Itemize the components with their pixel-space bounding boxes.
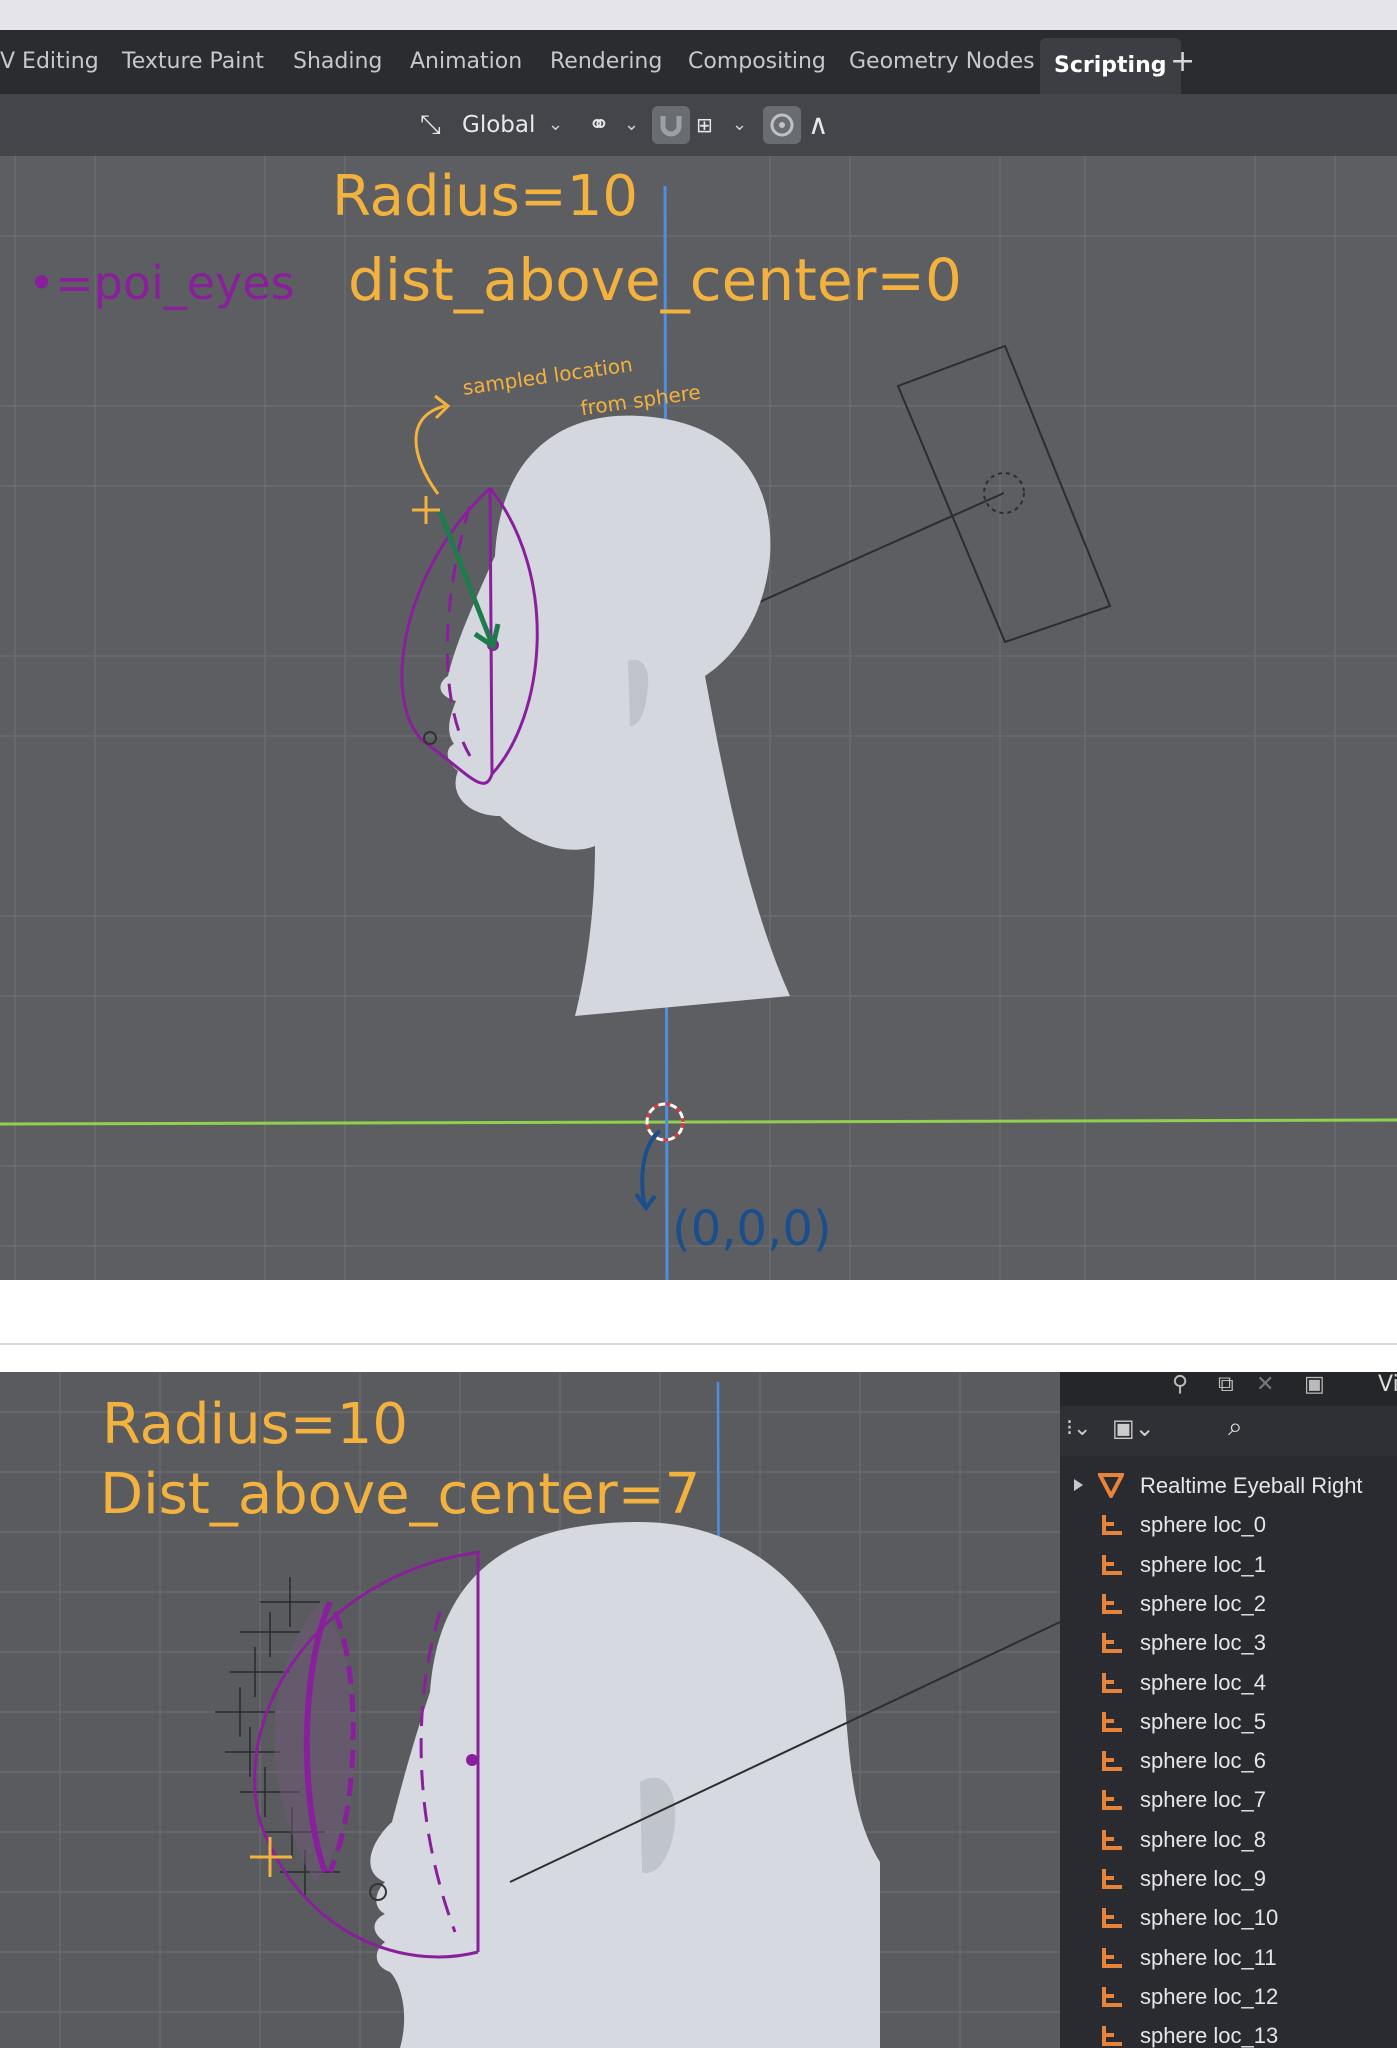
- empty-axes-icon: [1102, 1554, 1122, 1575]
- outliner-item-sphere-loc[interactable]: sphere loc_8: [1060, 1820, 1397, 1859]
- tab-geometry-nodes[interactable]: Geometry Nodes: [849, 30, 1035, 94]
- outliner-item-sphere-loc[interactable]: sphere loc_11: [1060, 1938, 1397, 1977]
- snap-increment-icon[interactable]: ⊞: [696, 104, 713, 146]
- outliner-item-sphere-loc[interactable]: sphere loc_9: [1060, 1859, 1397, 1898]
- outliner-item-sphere-loc[interactable]: sphere loc_4: [1060, 1663, 1397, 1702]
- outliner-item-label: sphere loc_12: [1140, 1983, 1279, 2009]
- viewport-scene: [0, 156, 1397, 1280]
- y-axis-line: [0, 1118, 1397, 1126]
- empty-axes-icon: [1102, 1908, 1122, 1929]
- outliner-item-label: sphere loc_0: [1140, 1512, 1266, 1538]
- origin-arrow: [634, 1129, 662, 1212]
- radius-annotation: Radius=10: [332, 164, 638, 229]
- close-icon[interactable]: ✕: [1256, 1372, 1274, 1397]
- empty-axes-icon: [1102, 1672, 1122, 1693]
- outliner-item-label: sphere loc_10: [1140, 1905, 1279, 1931]
- transform-orientation-icon: ⤡: [420, 110, 441, 140]
- outliner-item-sphere-loc[interactable]: sphere loc_10: [1060, 1898, 1397, 1937]
- pivot-point-icon[interactable]: ⚭: [588, 104, 610, 146]
- empty-axes-icon: [1102, 1986, 1122, 2007]
- mesh-triangle-icon: [1098, 1473, 1124, 1498]
- empty-axes-icon: [1102, 1515, 1122, 1536]
- head-model[interactable]: [370, 1522, 880, 2048]
- workspace-tab-bar: V Editing Texture Paint Shading Animatio…: [0, 30, 1397, 94]
- outliner-filter-row: ⁝⌄ ▣⌄ ⌕: [1060, 1406, 1397, 1456]
- tab-shading[interactable]: Shading: [293, 30, 382, 94]
- empty-axes-icon: [1102, 1947, 1122, 1968]
- empty-axes-icon: [1102, 2026, 1122, 2047]
- proportional-editing-button[interactable]: [763, 106, 801, 144]
- transform-orientation-select[interactable]: Global: [462, 104, 535, 146]
- tab-rendering[interactable]: Rendering: [550, 30, 662, 94]
- sampled-location-marker: [412, 394, 451, 524]
- expand-arrow-icon[interactable]: [1074, 1479, 1083, 1491]
- dist-above-center-annotation: Dist_above_center=7: [100, 1462, 701, 1527]
- outliner-item-sphere-loc[interactable]: sphere loc_12: [1060, 1977, 1397, 2016]
- outliner-item-label: sphere loc_4: [1140, 1669, 1266, 1695]
- empty-axes-icon: [1102, 1633, 1122, 1654]
- outliner-item-sphere-loc[interactable]: sphere loc_2: [1060, 1584, 1397, 1623]
- outliner-item-label: sphere loc_13: [1140, 2023, 1279, 2048]
- poi-eyes-legend: •=poi_eyes: [28, 256, 295, 310]
- chevron-down-icon[interactable]: ⌄: [548, 106, 563, 144]
- tab-compositing[interactable]: Compositing: [688, 30, 826, 94]
- view-menu[interactable]: Vi: [1378, 1372, 1397, 1397]
- outliner-item-label: sphere loc_1: [1140, 1551, 1266, 1577]
- outliner-item-sphere-loc[interactable]: sphere loc_3: [1060, 1623, 1397, 1662]
- radius-annotation: Radius=10: [102, 1392, 408, 1457]
- outliner-panel[interactable]: ⚲ ⧉ ✕ ▣ Vi ⁝⌄ ▣⌄ ⌕ Realtime Eyeball Righ…: [1060, 1372, 1397, 2048]
- outliner-header: ⚲ ⧉ ✕ ▣ Vi: [1060, 1372, 1397, 1406]
- add-workspace-button[interactable]: +: [1170, 30, 1195, 94]
- tab-texture-paint[interactable]: Texture Paint: [122, 30, 264, 94]
- outliner-item-sphere-loc[interactable]: sphere loc_6: [1060, 1741, 1397, 1780]
- editor-type-icon[interactable]: ▣: [1304, 1372, 1325, 1397]
- magnet-icon: [660, 116, 682, 137]
- snap-toggle-button[interactable]: [652, 106, 690, 144]
- outliner-item-sphere-loc[interactable]: sphere loc_0: [1060, 1505, 1397, 1544]
- filter-icon[interactable]: ▣⌄: [1112, 1414, 1155, 1442]
- outliner-item-label: sphere loc_9: [1140, 1866, 1266, 1891]
- empty-axes-icon: [1102, 1829, 1122, 1850]
- display-mode-icon[interactable]: ⁝⌄: [1066, 1416, 1091, 1441]
- photo-border: [0, 0, 1397, 30]
- outliner-item-label: Realtime Eyeball Right: [1140, 1473, 1363, 1498]
- empty-axes-icon: [1102, 1790, 1122, 1811]
- outliner-item-sphere-loc[interactable]: sphere loc_1: [1060, 1545, 1397, 1584]
- light-origin-marker: [423, 731, 437, 745]
- outliner-item-sphere-loc[interactable]: sphere loc_13: [1060, 2016, 1397, 2048]
- tab-scripting[interactable]: Scripting: [1040, 38, 1181, 94]
- pin-icon[interactable]: ⚲: [1172, 1372, 1188, 1397]
- viewport-header: ⤡ Global ⌄ ⚭ ⌄ ⊞ ⌄ ∧: [0, 94, 1397, 156]
- chevron-down-icon[interactable]: ⌄: [624, 106, 639, 144]
- dist-above-center-annotation: dist_above_center=0: [348, 246, 962, 314]
- empty-axes-icon: [1102, 1869, 1122, 1889]
- outliner-item-sphere-loc[interactable]: sphere loc_5: [1060, 1702, 1397, 1741]
- poi-eyes-marker: [466, 1754, 478, 1766]
- outliner-item-label: sphere loc_2: [1140, 1590, 1266, 1616]
- empty-axes-icon: [1102, 1711, 1122, 1732]
- search-icon[interactable]: ⌕: [1228, 1412, 1243, 1443]
- outliner-item-label: sphere loc_7: [1140, 1787, 1266, 1813]
- outliner-item-label: sphere loc_11: [1140, 1944, 1277, 1970]
- chevron-down-icon[interactable]: ⌄: [732, 106, 747, 144]
- outliner-item-eyeball[interactable]: Realtime Eyeball Right: [1060, 1466, 1397, 1505]
- empty-axes-icon: [1102, 1751, 1122, 1772]
- 3d-viewport-top[interactable]: Radius=10 •=poi_eyes dist_above_center=0…: [0, 156, 1397, 1280]
- outliner-item-label: sphere loc_8: [1140, 1826, 1266, 1852]
- tab-uv-editing[interactable]: V Editing: [0, 30, 99, 94]
- top-screenshot-panel: V Editing Texture Paint Shading Animatio…: [0, 0, 1397, 1280]
- falloff-curve-icon[interactable]: ∧: [808, 104, 829, 146]
- outliner-item-sphere-loc[interactable]: sphere loc_7: [1060, 1780, 1397, 1819]
- outliner-item-label: sphere loc_6: [1140, 1748, 1266, 1774]
- outliner-item-label: sphere loc_5: [1140, 1708, 1266, 1734]
- proportional-edit-icon: [770, 113, 794, 137]
- new-window-icon[interactable]: ⧉: [1218, 1372, 1234, 1397]
- origin-annotation: (0,0,0): [672, 1201, 832, 1257]
- tab-animation[interactable]: Animation: [410, 30, 522, 94]
- divider: [0, 1343, 1397, 1345]
- outliner-item-label: sphere loc_3: [1140, 1630, 1266, 1656]
- empty-axes-icon: [1102, 1593, 1122, 1614]
- bottom-screenshot-panel: Radius=10 Dist_above_center=7 ⚲ ⧉ ✕ ▣ Vi…: [0, 1372, 1397, 2048]
